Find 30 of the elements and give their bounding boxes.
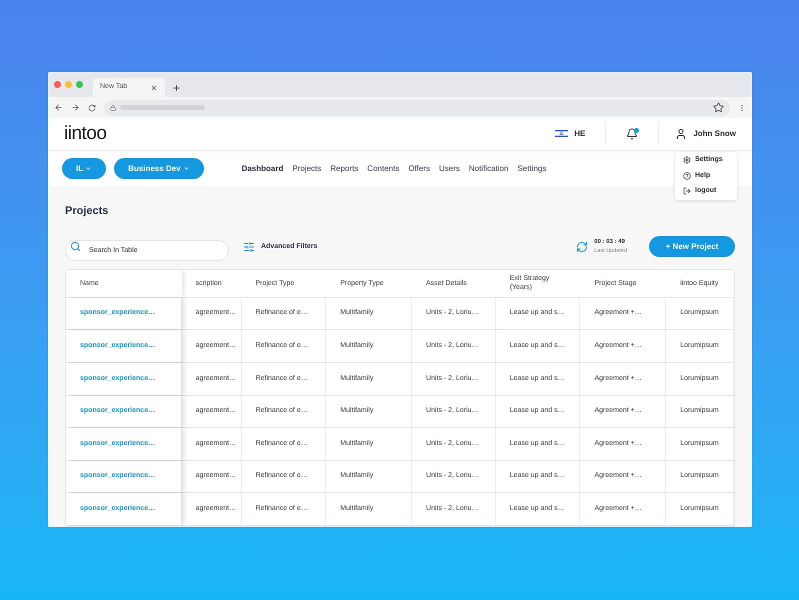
- nav-link[interactable]: Notification: [468, 162, 508, 175]
- nav-link[interactable]: Settings: [517, 162, 546, 175]
- notification-bell-icon[interactable]: [626, 128, 638, 140]
- forward-icon[interactable]: [71, 103, 80, 112]
- nav-link[interactable]: Reports: [330, 162, 358, 175]
- bookmark-star-icon[interactable]: [713, 102, 724, 114]
- logout-icon: [683, 187, 691, 196]
- user-name[interactable]: John Snow: [693, 128, 736, 140]
- nav-link[interactable]: Contents: [367, 162, 400, 175]
- page-title: Projects: [65, 204, 110, 220]
- refresh-icon[interactable]: [576, 240, 588, 253]
- close-tab-icon[interactable]: [150, 84, 158, 92]
- chevron-down-icon: [182, 165, 190, 172]
- lock-icon: [110, 104, 116, 111]
- flag-icon: [555, 129, 568, 138]
- nav-link[interactable]: Projects: [292, 162, 322, 175]
- filters-icon: [243, 240, 255, 253]
- nav-link[interactable]: Offers: [408, 162, 430, 175]
- chevron-down-icon: [85, 165, 92, 172]
- gear-icon: [683, 156, 691, 164]
- help-icon: [683, 172, 691, 180]
- language-button[interactable]: HE: [555, 128, 586, 140]
- nav-link[interactable]: Users: [438, 162, 460, 175]
- user-icon: [675, 128, 688, 140]
- search-icon: [70, 241, 81, 252]
- logo[interactable]: iintoo: [64, 120, 106, 148]
- nav-link[interactable]: Dashboard: [242, 162, 284, 175]
- new-tab-button[interactable]: +: [167, 78, 186, 97]
- reload-icon[interactable]: [88, 104, 96, 112]
- back-icon[interactable]: [54, 103, 63, 112]
